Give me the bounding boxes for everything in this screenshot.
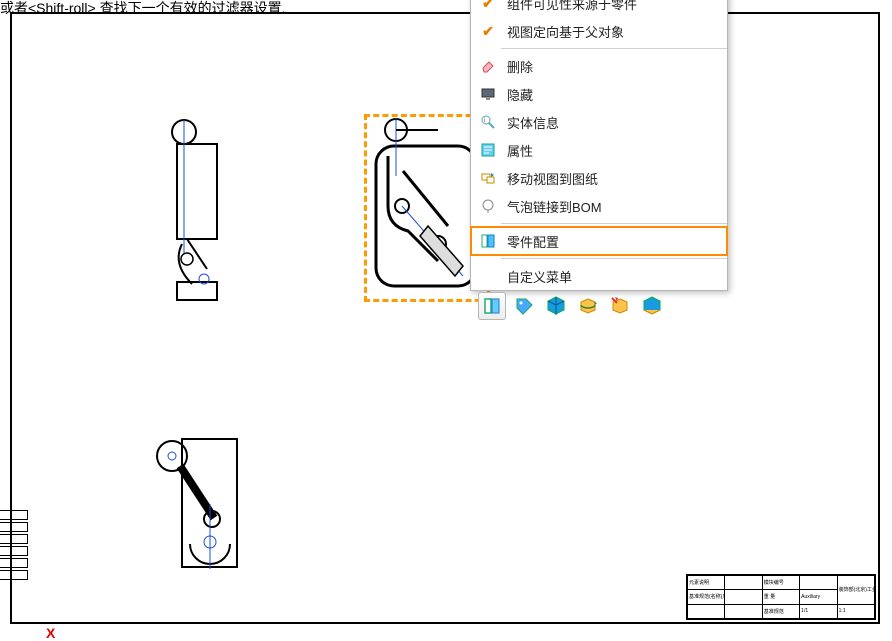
- menu-item-label: 隐藏: [507, 85, 533, 104]
- tb-cell: 装饰部(北京)工业设备有限公司: [837, 576, 874, 605]
- menu-item[interactable]: i 实体信息: [471, 108, 727, 136]
- sheet-border-ticks: [0, 510, 28, 582]
- menu-item[interactable]: 自定义菜单: [471, 262, 727, 290]
- clamp-view-1[interactable]: [152, 114, 242, 304]
- menu-item[interactable]: 删除: [471, 52, 727, 80]
- tb-cell: 1:1: [837, 604, 874, 618]
- cube-bottom-icon[interactable]: [638, 292, 666, 320]
- menu-item[interactable]: 属性: [471, 136, 727, 164]
- menu-item-label: 自定义菜单: [507, 267, 572, 286]
- menu-separator: [501, 48, 727, 49]
- tb-cell: [800, 576, 837, 590]
- menu-item-label: 移动视图到图纸: [507, 169, 598, 188]
- menu-separator: [501, 223, 727, 224]
- menu-item-label: 实体信息: [507, 113, 559, 132]
- sheet-select-icon[interactable]: [478, 292, 506, 320]
- cube-blue-icon[interactable]: [542, 292, 570, 320]
- menu-item[interactable]: 零件配置: [471, 227, 727, 255]
- menu-separator: [501, 258, 727, 259]
- balloon-icon: [477, 197, 499, 215]
- menu-item-label: 删除: [507, 57, 533, 76]
- move-view-icon: [477, 169, 499, 187]
- menu-item[interactable]: 视图定向基于父对象: [471, 17, 727, 45]
- menu-item-label: 视图定向基于父对象: [507, 22, 624, 41]
- blank-icon: [477, 267, 499, 285]
- properties-icon: [477, 141, 499, 159]
- tb-cell: 重 量: [762, 590, 799, 604]
- menu-item-label: 属性: [507, 141, 533, 160]
- drawing-title-block: 元素说明 模块编号 装饰部(北京)工业设备有限公司 基准规范(名称)产品规格编号…: [686, 574, 876, 620]
- tb-cell: [725, 604, 762, 618]
- part-config-icon: [477, 232, 499, 250]
- new-view-icon[interactable]: [606, 292, 634, 320]
- menu-item-label: 气泡链接到BOM: [507, 197, 602, 216]
- tb-cell: [725, 590, 762, 604]
- clamp-view-2-selected[interactable]: [368, 116, 486, 298]
- clamp-view-3[interactable]: [152, 434, 252, 574]
- info-icon: i: [477, 113, 499, 131]
- menu-item-label: 组件可见性来源于零件: [507, 0, 637, 13]
- menu-item[interactable]: 组件可见性来源于零件: [471, 0, 727, 17]
- drawing-canvas[interactable]: 元素说明 模块编号 装饰部(北京)工业设备有限公司 基准规范(名称)产品规格编号…: [10, 12, 880, 624]
- menu-item[interactable]: 气泡链接到BOM: [471, 192, 727, 220]
- origin-x-indicator: X: [46, 625, 55, 641]
- tb-cell: 基准规范: [762, 604, 799, 618]
- check-icon: [477, 0, 499, 12]
- tb-cell: [688, 604, 725, 618]
- tb-cell: Auxiliary: [800, 590, 837, 604]
- tb-cell: 基准规范(名称)产品规格编号: [688, 590, 725, 604]
- menu-item[interactable]: 移动视图到图纸: [471, 164, 727, 192]
- svg-text:i: i: [484, 118, 485, 124]
- tb-cell: [725, 576, 762, 590]
- eraser-icon: [477, 57, 499, 75]
- rotate-view-icon[interactable]: [574, 292, 602, 320]
- tb-cell: 元素说明: [688, 576, 725, 590]
- tb-cell: 模块编号: [762, 576, 799, 590]
- context-menu: 组件可见性来源于零件视图定向基于父对象删除隐藏 i 实体信息属性移动视图到图纸气泡链…: [470, 0, 728, 291]
- tb-cell: 1/1: [800, 604, 837, 618]
- mini-toolbar: [478, 292, 666, 320]
- menu-item-label: 零件配置: [507, 232, 559, 251]
- tag-icon[interactable]: [510, 292, 538, 320]
- menu-item[interactable]: 隐藏: [471, 80, 727, 108]
- check-icon: [477, 22, 499, 40]
- monitor-icon: [477, 85, 499, 103]
